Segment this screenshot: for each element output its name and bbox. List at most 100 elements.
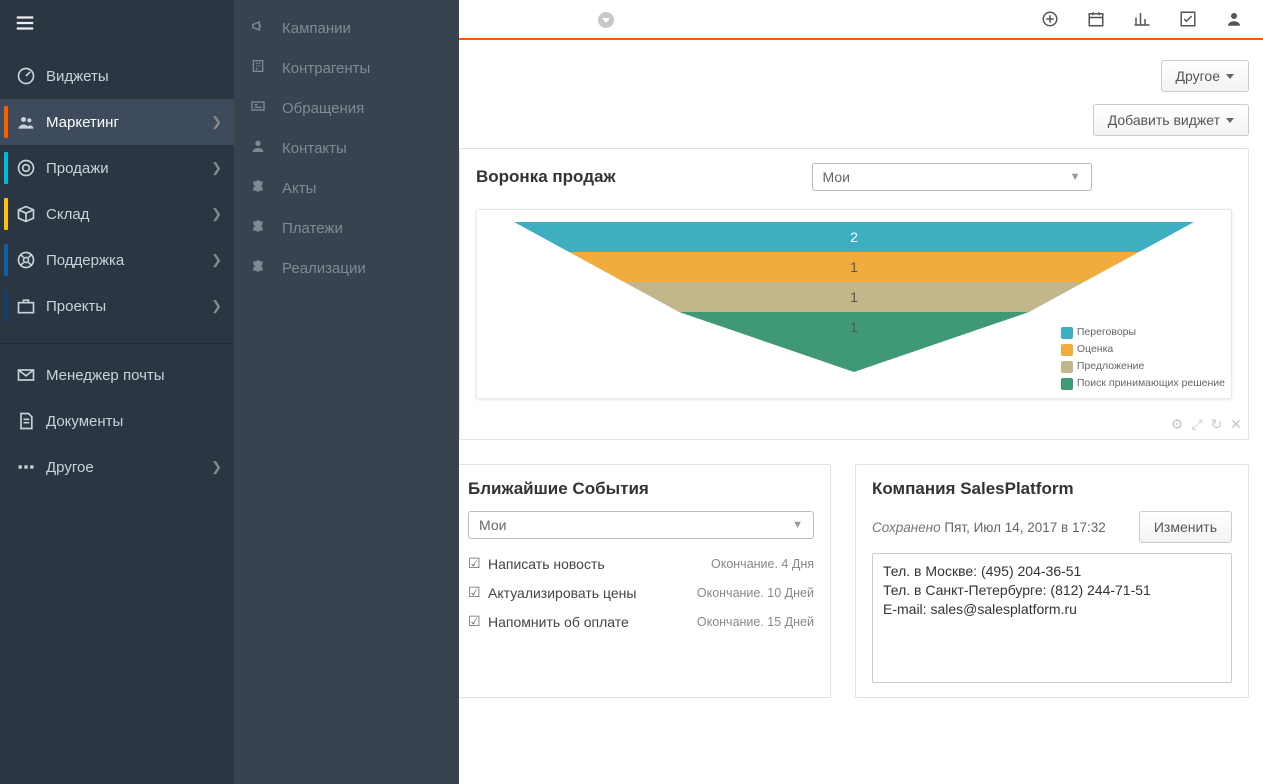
sidebar-item-label: Другое — [46, 459, 211, 476]
funnel-value-0: 2 — [850, 229, 858, 245]
event-end: Окончание. 10 Дней — [697, 586, 814, 600]
company-textbox[interactable]: Тел. в Москве: (495) 204-36-51Тел. в Сан… — [872, 553, 1232, 683]
widget-expand-icon[interactable]: ⤢ — [1191, 416, 1202, 433]
chart-icon[interactable] — [1133, 10, 1151, 28]
nav-icon — [12, 250, 40, 270]
sidebar-item-label: Документы — [46, 413, 222, 430]
submenu-icon — [250, 18, 274, 38]
submenu-item-4[interactable]: Акты — [234, 168, 459, 208]
task-check-icon[interactable] — [1179, 10, 1197, 28]
nav-icon — [12, 365, 40, 385]
submenu-icon — [250, 218, 274, 238]
submenu-item-label: Реализации — [282, 260, 366, 277]
sidebar-item-label: Поддержка — [46, 252, 211, 269]
company-line: Тел. в Санкт-Петербурге: (812) 244-71-51 — [883, 581, 1221, 600]
funnel-value-1: 1 — [850, 259, 858, 275]
event-title: Написать новость — [488, 556, 711, 572]
nav-icon — [12, 296, 40, 316]
submenu-icon — [250, 258, 274, 278]
submenu-item-6[interactable]: Реализации — [234, 248, 459, 288]
company-edit-button[interactable]: Изменить — [1139, 511, 1232, 543]
event-title: Актуализировать цены — [488, 585, 697, 601]
nav-icon — [12, 457, 40, 477]
submenu-item-2[interactable]: Обращения — [234, 88, 459, 128]
funnel-chart: 2 1 1 1 Переговоры Оценка Предложение По… — [476, 209, 1232, 399]
dropdown-toggle-icon[interactable] — [598, 12, 614, 28]
submenu-item-5[interactable]: Платежи — [234, 208, 459, 248]
event-end: Окончание. 4 Дня — [711, 557, 814, 571]
nav-icon — [12, 411, 40, 431]
sidebar-item-4[interactable]: Поддержка❯ — [0, 237, 234, 283]
funnel-value-2: 1 — [850, 289, 858, 305]
sidebar-item-0[interactable]: Менеджер почты — [0, 352, 234, 398]
hamburger-icon[interactable] — [0, 0, 234, 49]
sidebar-item-2[interactable]: Другое❯ — [0, 444, 234, 490]
event-row[interactable]: ☑Актуализировать ценыОкончание. 10 Дней — [468, 578, 814, 607]
nav-icon — [12, 204, 40, 224]
chevron-right-icon: ❯ — [211, 160, 222, 176]
event-check-icon: ☑ — [468, 584, 488, 601]
submenu-item-label: Платежи — [282, 220, 343, 237]
sidebar-item-label: Проекты — [46, 298, 211, 315]
chevron-right-icon: ❯ — [211, 114, 222, 130]
sidebar-item-1[interactable]: Документы — [0, 398, 234, 444]
sidebar-item-label: Маркетинг — [46, 114, 211, 131]
funnel-filter-select[interactable]: Мои▼ — [812, 163, 1092, 191]
chart-legend: Переговоры Оценка Предложение Поиск прин… — [1061, 324, 1225, 392]
chevron-right-icon: ❯ — [211, 252, 222, 268]
nav-icon — [12, 112, 40, 132]
sidebar-item-3[interactable]: Склад❯ — [0, 191, 234, 237]
sidebar-item-label: Виджеты — [46, 68, 222, 85]
user-icon[interactable] — [1225, 10, 1243, 28]
submenu-item-label: Акты — [282, 180, 316, 197]
events-panel: Ближайшие События Мои▼ ☑Написать новость… — [451, 464, 831, 698]
funnel-value-3: 1 — [850, 319, 858, 335]
submenu-item-label: Контакты — [282, 140, 347, 157]
event-row[interactable]: ☑Напомнить об оплатеОкончание. 15 Дней — [468, 607, 814, 636]
event-check-icon: ☑ — [468, 555, 488, 572]
submenu-item-0[interactable]: Кампании — [234, 8, 459, 48]
company-title: Компания SalesPlatform — [872, 479, 1232, 499]
sidebar: ВиджетыМаркетинг❯Продажи❯Склад❯Поддержка… — [0, 0, 234, 784]
main-content: Другое Добавить виджет Воронка продаж Мо… — [459, 42, 1263, 784]
add-icon[interactable] — [1041, 10, 1059, 28]
sidebar-item-1[interactable]: Маркетинг❯ — [0, 99, 234, 145]
widget-close-icon[interactable]: ✕ — [1230, 416, 1242, 433]
sidebar-item-2[interactable]: Продажи❯ — [0, 145, 234, 191]
event-end: Окончание. 15 Дней — [697, 615, 814, 629]
widget-settings-icon[interactable]: ⚙ — [1171, 416, 1184, 433]
submenu-item-label: Кампании — [282, 20, 351, 37]
funnel-title: Воронка продаж — [476, 167, 616, 187]
sidebar-item-5[interactable]: Проекты❯ — [0, 283, 234, 329]
sidebar-item-label: Менеджер почты — [46, 367, 222, 384]
event-check-icon: ☑ — [468, 613, 488, 630]
submenu-icon — [250, 58, 274, 78]
company-saved: Сохранено Пят, Июл 14, 2017 в 17:32 — [872, 520, 1106, 535]
sidebar-item-label: Продажи — [46, 160, 211, 177]
submenu-item-3[interactable]: Контакты — [234, 128, 459, 168]
submenu-item-label: Обращения — [282, 100, 364, 117]
submenu-icon — [250, 138, 274, 158]
sidebar-item-0[interactable]: Виджеты — [0, 53, 234, 99]
nav-icon — [12, 158, 40, 178]
funnel-widget: Воронка продаж Мои▼ 2 1 1 1 Переговоры О… — [459, 148, 1249, 440]
submenu-marketing: Кампании Контрагенты Обращения Контакты Акты… — [234, 0, 459, 784]
nav-icon — [12, 66, 40, 86]
chevron-right-icon: ❯ — [211, 206, 222, 222]
add-widget-button[interactable]: Добавить виджет — [1093, 104, 1249, 136]
events-filter-select[interactable]: Мои▼ — [468, 511, 814, 539]
calendar-icon[interactable] — [1087, 10, 1105, 28]
submenu-icon — [250, 178, 274, 198]
other-button[interactable]: Другое — [1161, 60, 1249, 92]
event-title: Напомнить об оплате — [488, 614, 697, 630]
submenu-item-1[interactable]: Контрагенты — [234, 48, 459, 88]
widget-refresh-icon[interactable]: ↻ — [1211, 416, 1223, 433]
events-title: Ближайшие События — [468, 479, 814, 499]
sidebar-item-label: Склад — [46, 206, 211, 223]
submenu-icon — [250, 98, 274, 118]
chevron-right-icon: ❯ — [211, 459, 222, 475]
event-row[interactable]: ☑Написать новостьОкончание. 4 Дня — [468, 549, 814, 578]
chevron-right-icon: ❯ — [211, 298, 222, 314]
company-line: Тел. в Москве: (495) 204-36-51 — [883, 562, 1221, 581]
company-line: E-mail: sales@salesplatform.ru — [883, 600, 1221, 619]
